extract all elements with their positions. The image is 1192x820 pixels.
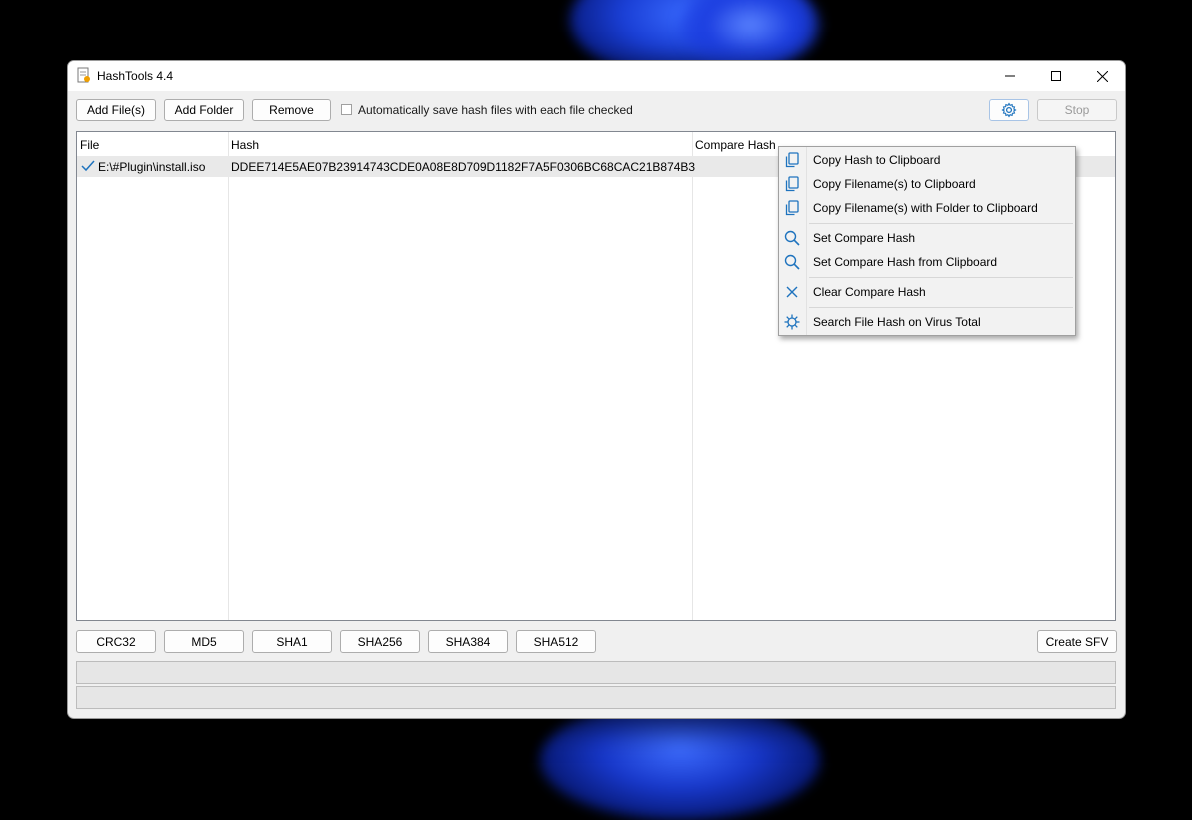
menu-item-set-compare-hash[interactable]: Set Compare Hash (779, 226, 1075, 250)
remove-button[interactable]: Remove (252, 99, 331, 121)
menu-item-clear-compare-hash[interactable]: Clear Compare Hash (779, 280, 1075, 304)
maximize-button[interactable] (1033, 61, 1079, 91)
stop-button[interactable]: Stop (1037, 99, 1117, 121)
create-sfv-button[interactable]: Create SFV (1037, 630, 1117, 653)
minimize-button[interactable] (987, 61, 1033, 91)
maximize-icon (1051, 71, 1061, 81)
virus-icon (783, 313, 801, 331)
close-icon (783, 283, 801, 301)
column-header-file[interactable]: File (80, 138, 99, 152)
window-title: HashTools 4.4 (97, 69, 174, 83)
column-divider (692, 132, 693, 620)
app-icon (77, 67, 91, 83)
sha512-button[interactable]: SHA512 (516, 630, 596, 653)
menu-separator (809, 277, 1073, 278)
check-icon (81, 160, 95, 175)
search-icon (783, 229, 801, 247)
menu-item-set-compare-hash-clipboard[interactable]: Set Compare Hash from Clipboard (779, 250, 1075, 274)
sha1-button[interactable]: SHA1 (252, 630, 332, 653)
auto-save-label[interactable]: Automatically save hash files with each … (358, 103, 633, 117)
context-menu: Copy Hash to Clipboard Copy Filename(s) … (778, 146, 1076, 336)
sha256-button[interactable]: SHA256 (340, 630, 420, 653)
copy-icon (783, 151, 801, 169)
menu-separator (809, 223, 1073, 224)
gear-icon (1001, 102, 1017, 118)
menu-item-copy-filename[interactable]: Copy Filename(s) to Clipboard (779, 172, 1075, 196)
file-cell: E:\#Plugin\install.iso (98, 160, 206, 174)
progress-bar-file (76, 661, 1116, 684)
auto-save-checkbox[interactable] (341, 104, 352, 115)
crc32-button[interactable]: CRC32 (76, 630, 156, 653)
title-bar[interactable]: HashTools 4.4 (68, 61, 1125, 91)
column-header-compare-hash[interactable]: Compare Hash (695, 138, 776, 152)
menu-separator (809, 307, 1073, 308)
close-button[interactable] (1079, 61, 1125, 91)
menu-item-copy-filename-folder[interactable]: Copy Filename(s) with Folder to Clipboar… (779, 196, 1075, 220)
copy-icon (783, 175, 801, 193)
settings-button[interactable] (989, 99, 1029, 121)
column-header-hash[interactable]: Hash (231, 138, 259, 152)
close-icon (1096, 70, 1108, 82)
md5-button[interactable]: MD5 (164, 630, 244, 653)
minimize-icon (1005, 75, 1015, 77)
column-divider (228, 132, 229, 620)
copy-icon (783, 199, 801, 217)
menu-item-virus-total[interactable]: Search File Hash on Virus Total (779, 310, 1075, 334)
search-icon (783, 253, 801, 271)
sha384-button[interactable]: SHA384 (428, 630, 508, 653)
add-folder-button[interactable]: Add Folder (164, 99, 244, 121)
add-files-button[interactable]: Add File(s) (76, 99, 156, 121)
hash-cell: DDEE714E5AE07B23914743CDE0A08E8D709D1182… (231, 160, 696, 174)
progress-bar-total (76, 686, 1116, 709)
menu-item-copy-hash[interactable]: Copy Hash to Clipboard (779, 148, 1075, 172)
